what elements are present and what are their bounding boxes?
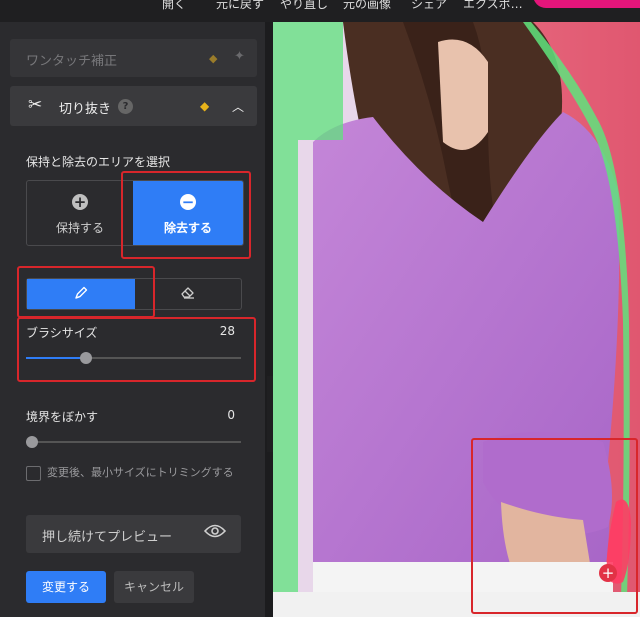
feather-slider[interactable] (26, 436, 38, 448)
keep-button[interactable]: + 保持する (27, 181, 133, 245)
upgrade-pill[interactable] (533, 0, 640, 8)
crop-row[interactable]: ✂ 切り抜き ? ◆ ︿ (10, 86, 257, 126)
apply-button[interactable]: 変更する (26, 571, 106, 603)
eraser-icon (181, 287, 194, 299)
top-toolbar: 開く 元に戻す やり直し 元の画像 シェア エクスポ… (0, 0, 640, 22)
feather-value: 0 (227, 408, 235, 422)
brush-size-highlight-box (17, 317, 256, 382)
eye-icon (203, 523, 227, 544)
keep-label: 保持する (55, 221, 104, 235)
magic-wand-icon: ✦ (234, 49, 245, 64)
chevron-up-icon[interactable]: ︿ (232, 98, 244, 115)
feather-track[interactable] (26, 441, 241, 443)
undo-button[interactable]: 元に戻す (216, 0, 264, 12)
trim-label: 変更後、最小サイズにトリミングする (47, 466, 234, 479)
preview-label: 押し続けてプレビュー (42, 530, 173, 545)
canvas-highlight-box (471, 438, 638, 614)
export-button[interactable]: エクスポ… (463, 0, 523, 12)
one-touch-label: ワンタッチ補正 (26, 54, 118, 69)
remove-highlight-box (121, 171, 251, 259)
share-button[interactable]: シェア (411, 0, 447, 12)
cancel-button[interactable]: キャンセル (114, 571, 194, 603)
crop-label: 切り抜き (59, 102, 112, 117)
open-button[interactable]: 開く (162, 0, 186, 12)
original-image-button[interactable]: 元の画像 (343, 0, 391, 12)
redo-button[interactable]: やり直し (280, 0, 328, 12)
help-icon[interactable]: ? (118, 99, 133, 114)
diamond-icon: ◆ (209, 52, 218, 65)
diamond-icon: ◆ (200, 99, 210, 113)
plus-circle-icon: + (72, 193, 88, 211)
brush-highlight-box (17, 266, 155, 318)
scissors-icon: ✂ (28, 95, 43, 115)
panel-divider (265, 22, 273, 617)
one-touch-row: ワンタッチ補正 ◆ ✦ (10, 39, 257, 77)
section-title: 保持と除去のエリアを選択 (26, 155, 171, 169)
feather-label: 境界をぼかす (26, 410, 99, 424)
hold-preview-button[interactable]: 押し続けてプレビュー (26, 515, 241, 553)
trim-checkbox[interactable] (26, 466, 41, 481)
